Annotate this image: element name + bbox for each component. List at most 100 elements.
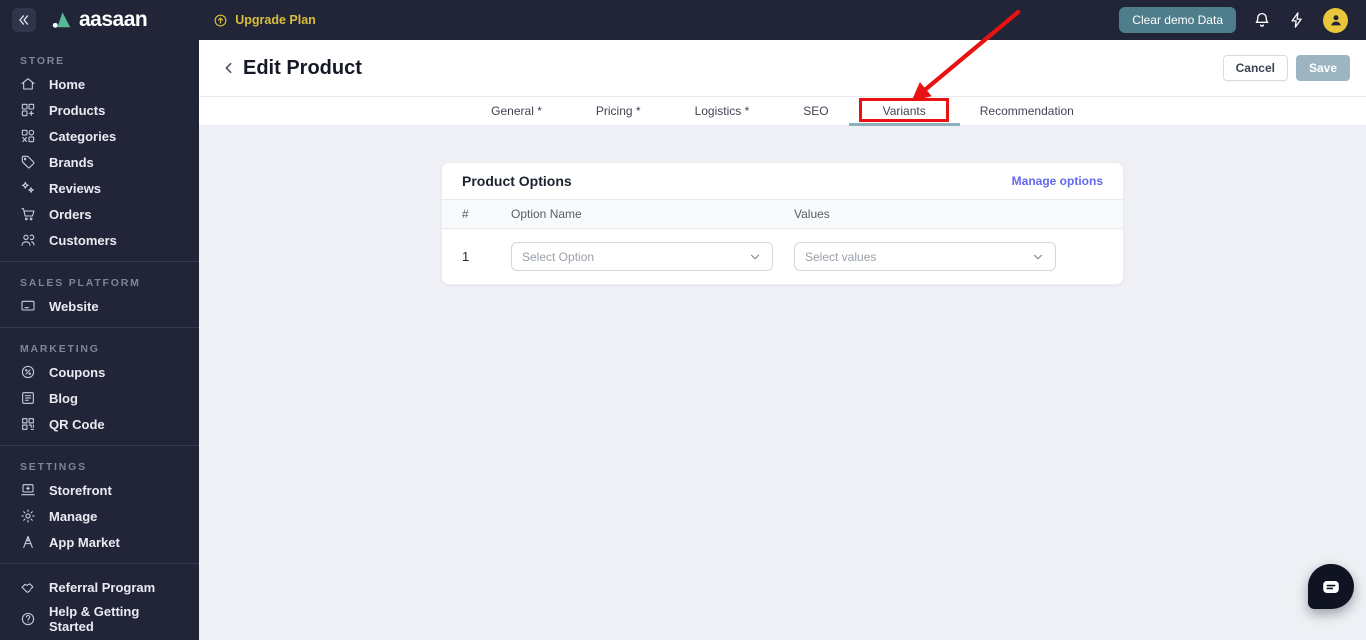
header-actions: Cancel Save bbox=[1222, 55, 1350, 81]
sidebar-item-qr-code[interactable]: QR Code bbox=[0, 411, 199, 437]
sidebar-section-title: STORE bbox=[20, 55, 65, 67]
chevron-down-icon bbox=[1033, 254, 1043, 259]
col-header-option-name: Option Name bbox=[511, 207, 582, 221]
customers-icon bbox=[21, 234, 35, 246]
sidebar-item-label: Customers bbox=[49, 232, 117, 248]
option-name-select[interactable]: Select Option bbox=[511, 242, 773, 271]
upgrade-plan-button[interactable]: Upgrade Plan bbox=[213, 13, 316, 28]
help-icon bbox=[21, 612, 35, 625]
upgrade-icon bbox=[214, 14, 227, 26]
tab-label: Logistics * bbox=[694, 104, 750, 118]
orders-icon bbox=[21, 208, 35, 221]
brands-icon bbox=[21, 155, 35, 169]
sidebar-item-storefront[interactable]: Storefront bbox=[0, 477, 199, 503]
manage-options-link[interactable]: Manage options bbox=[1012, 174, 1103, 188]
sidebar-section-title: MARKETING bbox=[20, 343, 100, 355]
tab-label: General * bbox=[491, 104, 542, 118]
sidebar-item-manage[interactable]: Manage bbox=[0, 503, 199, 529]
sidebar-item-coupons[interactable]: Coupons bbox=[0, 359, 199, 385]
sidebar-item-app-market[interactable]: App Market bbox=[0, 529, 199, 555]
logo-text: aasaan bbox=[79, 8, 148, 31]
page-title: Edit Product bbox=[243, 56, 362, 79]
sidebar-item-label: QR Code bbox=[49, 416, 105, 432]
sidebar-section-settings: SETTINGS Storefront Manage App Market bbox=[0, 445, 199, 563]
sidebar: STORE Home Products Categories Brands Reviews… bbox=[0, 40, 199, 640]
bolt-icon[interactable] bbox=[1288, 11, 1306, 29]
content-area: Product Options Manage options # Option … bbox=[199, 126, 1366, 640]
clear-demo-data-button[interactable]: Clear demo Data bbox=[1119, 7, 1236, 33]
sidebar-item-website[interactable]: Website bbox=[0, 293, 199, 319]
sidebar-item-reviews[interactable]: Reviews bbox=[0, 175, 199, 201]
cancel-button[interactable]: Cancel bbox=[1222, 55, 1288, 81]
chat-icon bbox=[1323, 580, 1339, 593]
website-icon bbox=[21, 300, 35, 311]
sidebar-item-customers[interactable]: Customers bbox=[0, 227, 199, 253]
sidebar-item-referral-program[interactable]: Referral Program bbox=[0, 572, 199, 603]
back-chevron-icon[interactable] bbox=[221, 60, 237, 76]
coupons-icon bbox=[21, 365, 35, 379]
sidebar-item-label: Home bbox=[49, 76, 86, 92]
sidebar-item-label: Brands bbox=[49, 154, 94, 170]
tab-variants[interactable]: Variants bbox=[848, 97, 960, 126]
products-icon bbox=[21, 103, 35, 117]
chat-launcher-button[interactable] bbox=[1308, 564, 1354, 609]
user-avatar[interactable] bbox=[1323, 7, 1348, 33]
sidebar-item-blog[interactable]: Blog bbox=[0, 385, 199, 411]
tab-logistics[interactable]: Logistics * bbox=[668, 97, 777, 125]
categories-icon bbox=[21, 129, 35, 143]
tab-label: SEO bbox=[803, 104, 829, 118]
save-button[interactable]: Save bbox=[1295, 55, 1350, 81]
manage-icon bbox=[21, 509, 35, 523]
appmarket-icon bbox=[23, 535, 33, 549]
referral-icon bbox=[21, 582, 34, 593]
sidebar-item-label: Reviews bbox=[49, 180, 102, 196]
tab-recommendation[interactable]: Recommendation bbox=[953, 97, 1101, 125]
col-header-index: # bbox=[462, 207, 469, 221]
sidebar-item-label: App Market bbox=[49, 534, 120, 550]
topbar: aasaan Upgrade Plan Clear demo Data bbox=[0, 0, 1366, 40]
values-placeholder: Select values bbox=[805, 249, 877, 264]
sidebar-item-brands[interactable]: Brands bbox=[0, 149, 199, 175]
sidebar-item-label: Help & Getting Started bbox=[49, 603, 140, 634]
topbar-right-group: Clear demo Data bbox=[1119, 7, 1366, 33]
logo-icon bbox=[52, 12, 71, 28]
values-select[interactable]: Select values bbox=[794, 242, 1056, 271]
bell-icon[interactable] bbox=[1253, 11, 1271, 29]
option-name-placeholder: Select Option bbox=[522, 249, 595, 264]
col-header-values: Values bbox=[794, 207, 830, 221]
blog-icon bbox=[22, 392, 34, 404]
app-logo: aasaan bbox=[51, 8, 148, 32]
sidebar-collapse-button[interactable] bbox=[12, 8, 36, 32]
main-area: Edit Product Cancel Save General * Pricin… bbox=[199, 40, 1366, 640]
sidebar-item-label: Products bbox=[49, 102, 106, 118]
sidebar-item-help-getting-started[interactable]: Help & Getting Started bbox=[0, 603, 199, 634]
sidebar-item-categories[interactable]: Categories bbox=[0, 123, 199, 149]
sidebar-item-label: Categories bbox=[49, 128, 117, 144]
sidebar-item-products[interactable]: Products bbox=[0, 97, 199, 123]
tab-label: Variants bbox=[882, 104, 926, 118]
product-options-card: Product Options Manage options # Option … bbox=[441, 162, 1124, 285]
sidebar-item-label: Orders bbox=[49, 206, 92, 222]
card-title: Product Options bbox=[462, 173, 572, 189]
storefront-icon bbox=[21, 484, 35, 496]
sidebar-item-label: Website bbox=[49, 298, 99, 314]
page-header: Edit Product Cancel Save bbox=[199, 40, 1366, 96]
chevrons-left-icon bbox=[19, 15, 29, 25]
sidebar-section-marketing: MARKETING Coupons Blog QR Code bbox=[0, 327, 199, 445]
sidebar-item-label: Manage bbox=[49, 508, 98, 524]
upgrade-label: Upgrade Plan bbox=[235, 13, 316, 27]
reviews-icon bbox=[21, 181, 34, 193]
tab-bar: General * Pricing * Logistics * SEO Variants… bbox=[199, 96, 1366, 126]
card-header: Product Options Manage options bbox=[442, 163, 1123, 199]
sidebar-section-title: SETTINGS bbox=[20, 461, 87, 473]
options-table-header: # Option Name Values bbox=[442, 199, 1123, 229]
sidebar-item-home[interactable]: Home bbox=[0, 71, 199, 97]
sidebar-item-orders[interactable]: Orders bbox=[0, 201, 199, 227]
tab-general[interactable]: General * bbox=[464, 97, 569, 125]
sidebar-item-label: Referral Program bbox=[49, 580, 156, 595]
sidebar-item-label: Coupons bbox=[49, 364, 106, 380]
sidebar-section-sales-platform: SALES PLATFORM Website bbox=[0, 261, 199, 327]
tab-seo[interactable]: SEO bbox=[776, 97, 855, 125]
sidebar-section-store: STORE Home Products Categories Brands Reviews… bbox=[0, 51, 199, 261]
tab-pricing[interactable]: Pricing * bbox=[569, 97, 668, 125]
